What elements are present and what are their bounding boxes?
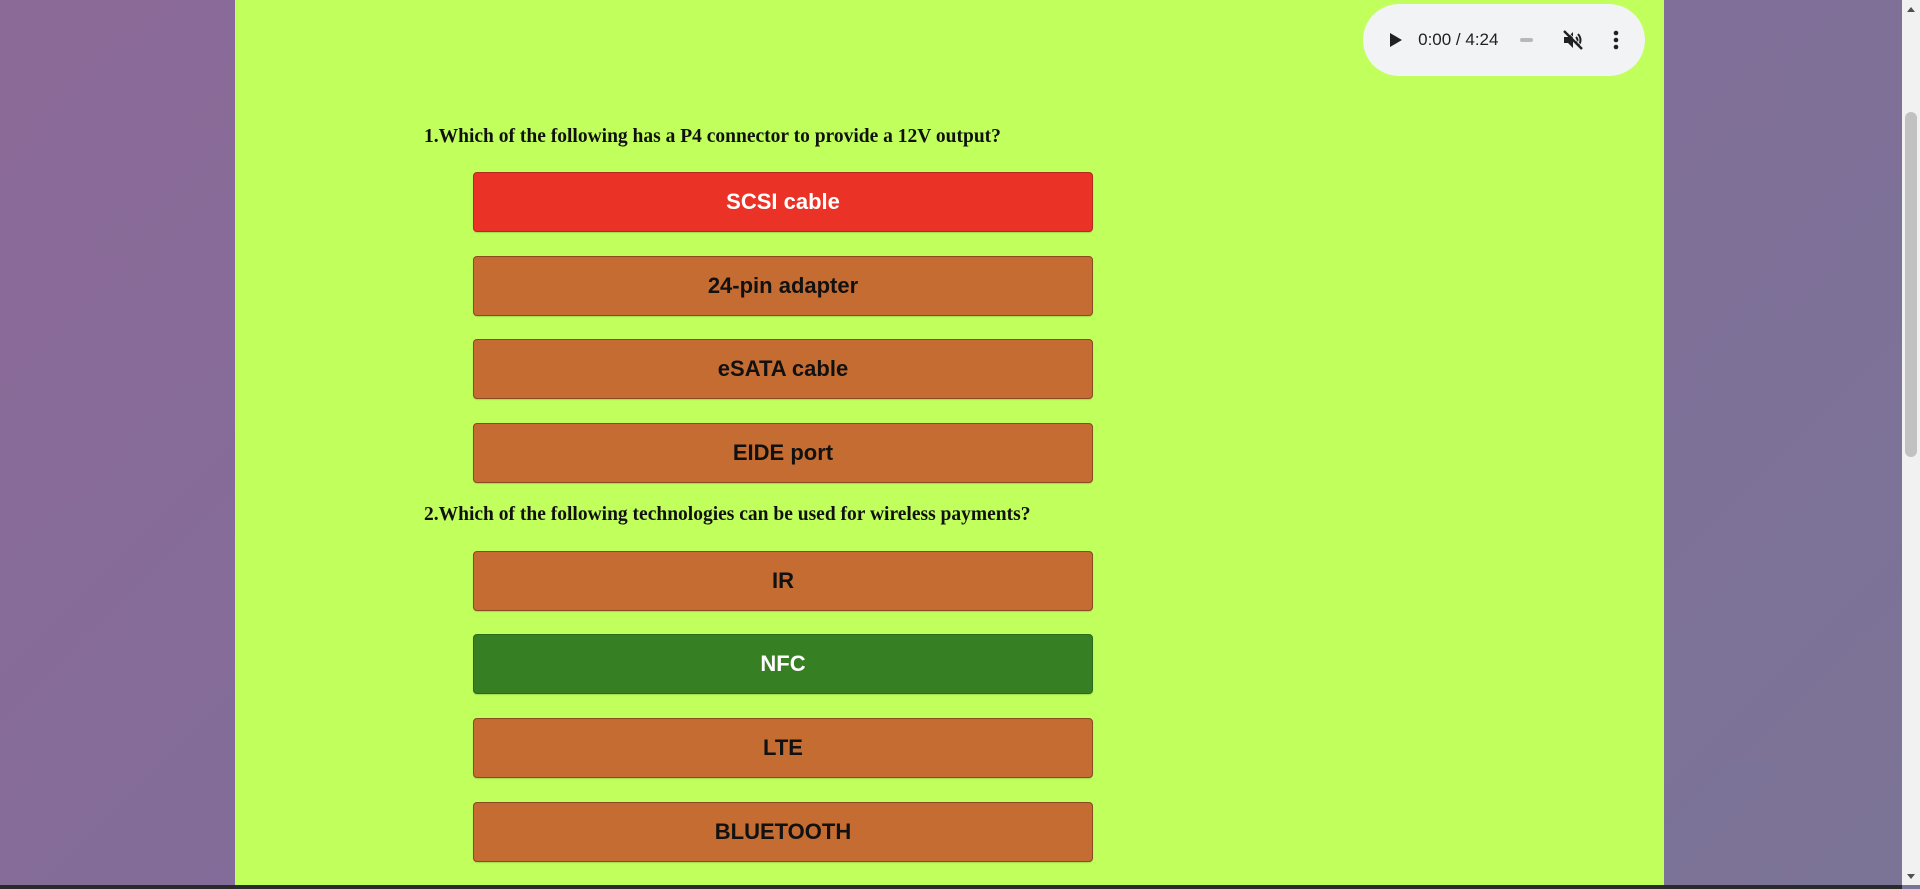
q1-option-3[interactable]: eSATA cable (473, 339, 1093, 399)
q2-option-4[interactable]: BLUETOOTH (473, 802, 1093, 862)
audio-progress-bar[interactable] (1520, 38, 1533, 42)
question-1-text: 1.Which of the following has a P4 connec… (424, 126, 1001, 147)
play-button[interactable] (1385, 28, 1406, 52)
bottom-border (0, 885, 1902, 889)
q1-option-1[interactable]: SCSI cable (473, 172, 1093, 232)
q1-option-4[interactable]: EIDE port (473, 423, 1093, 483)
scroll-down-button[interactable] (1902, 868, 1920, 885)
page-background: 0:00 / 4:24 1.Which of the following has… (0, 0, 1902, 885)
mute-button[interactable] (1561, 26, 1586, 54)
q2-option-2[interactable]: NFC (473, 634, 1093, 694)
audio-player[interactable]: 0:00 / 4:24 (1363, 4, 1645, 76)
arrow-up-icon (1907, 6, 1915, 12)
q2-option-1[interactable]: IR (473, 551, 1093, 611)
play-icon (1389, 33, 1402, 47)
scrollbar-thumb[interactable] (1905, 112, 1917, 457)
arrow-down-icon (1907, 873, 1915, 879)
q2-option-3[interactable]: LTE (473, 718, 1093, 778)
more-vert-icon (1613, 30, 1619, 50)
vertical-scrollbar[interactable] (1902, 0, 1920, 885)
scroll-up-button[interactable] (1902, 0, 1920, 17)
audio-time: 0:00 / 4:24 (1418, 30, 1499, 49)
more-options-button[interactable] (1607, 26, 1625, 54)
question-2-text: 2.Which of the following technologies ca… (424, 504, 1031, 525)
volume-muted-icon (1563, 29, 1584, 50)
q1-option-2[interactable]: 24-pin adapter (473, 256, 1093, 316)
